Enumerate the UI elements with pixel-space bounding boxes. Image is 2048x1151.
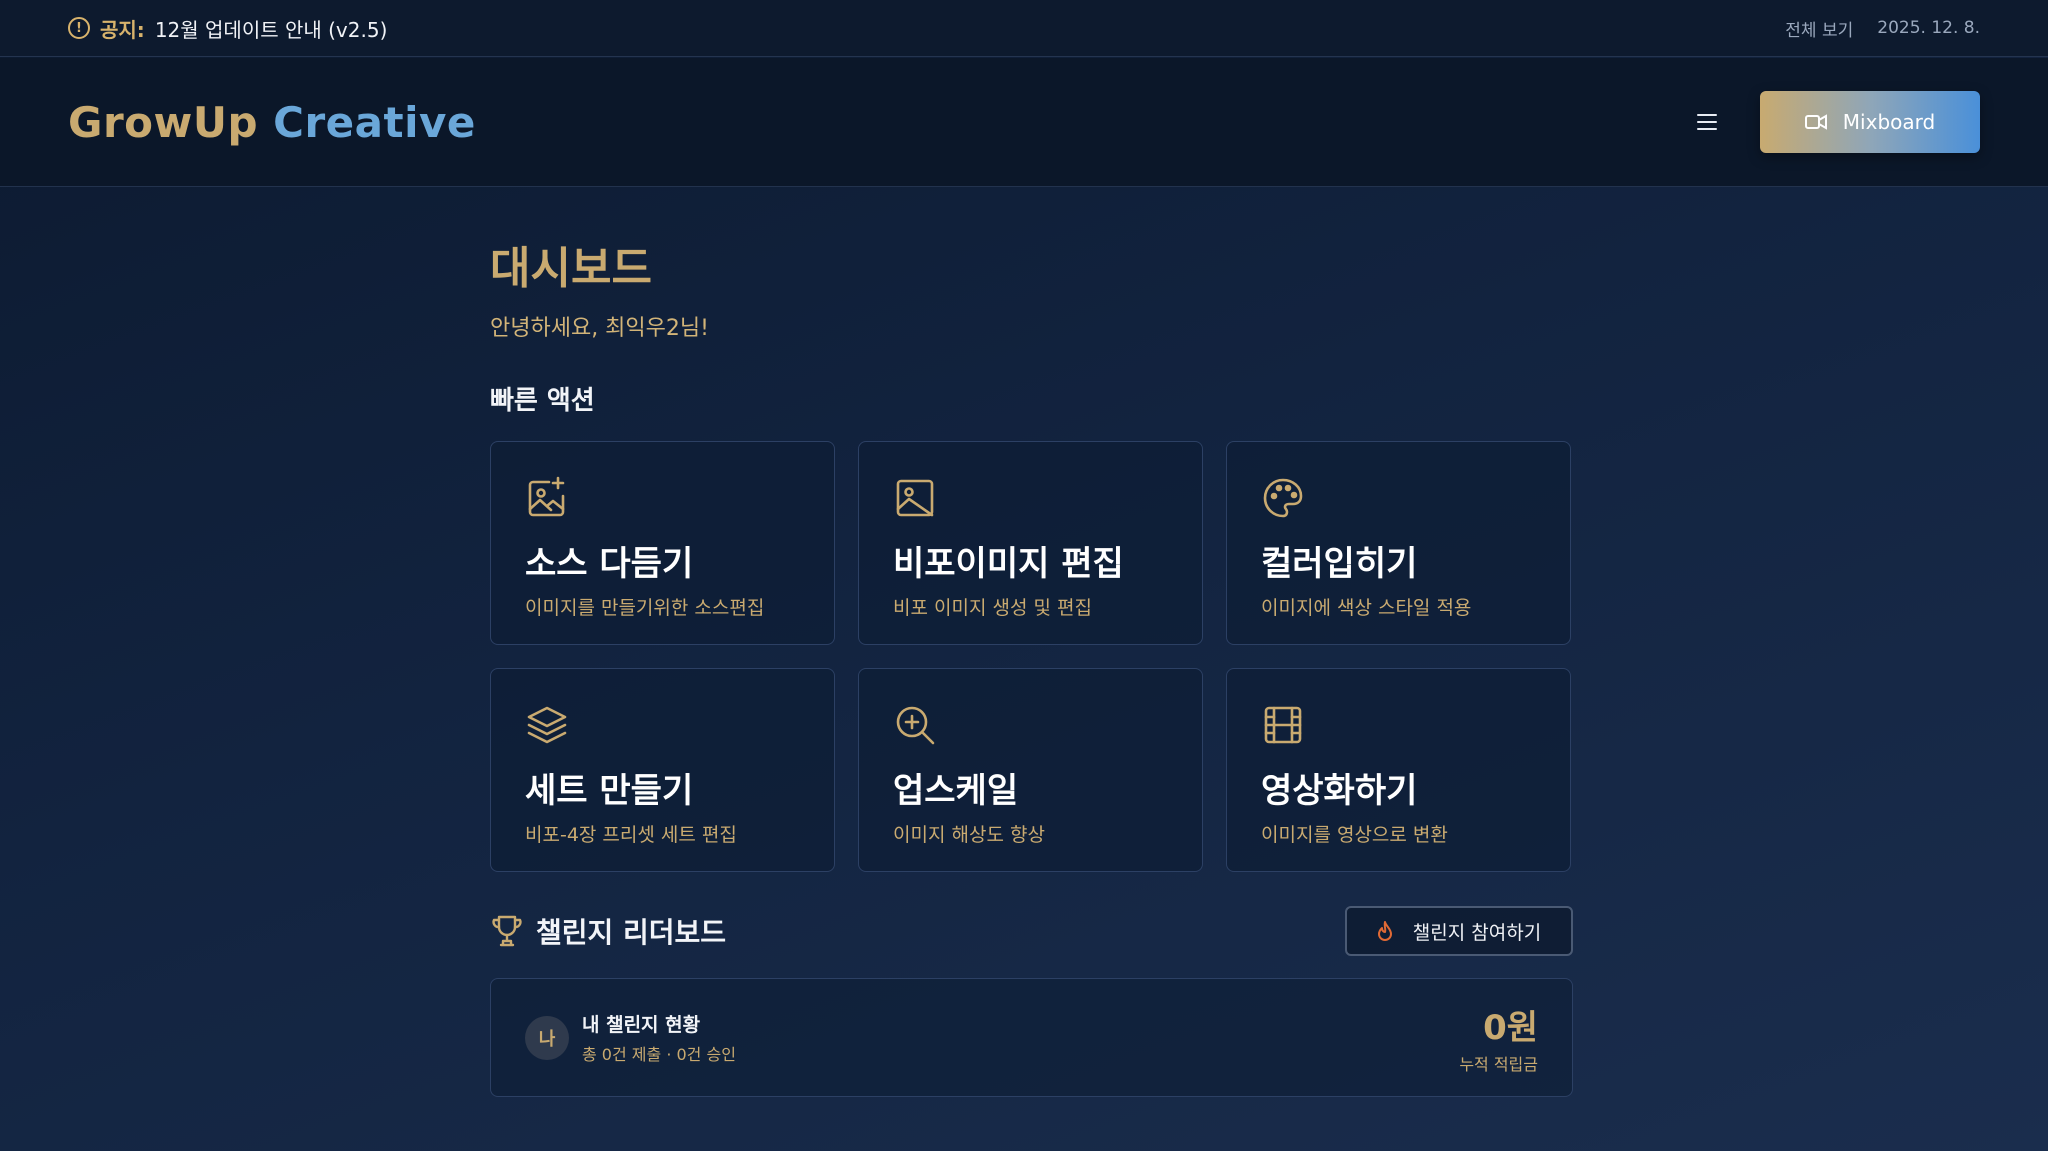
action-card-source-edit[interactable]: 소스 다듬기 이미지를 만들기위한 소스편집 (490, 441, 835, 645)
points-label: 누적 적립금 (1459, 1055, 1538, 1074)
palette-icon (1263, 478, 1303, 518)
challenge-status-card: 나 내 챌린지 현황 총 0건 제출 · 0건 승인 0원 누적 적립금 (490, 978, 1573, 1097)
action-card-video[interactable]: 영상화하기 이미지를 영상으로 변환 (1226, 668, 1571, 872)
main-content: 대시보드 안녕하세요, 최익우2님! 빠른 액션 소스 다듬기 이미지를 만들기… (490, 188, 1573, 1097)
notice-prefix: 공지: (100, 17, 145, 42)
notice-text[interactable]: 12월 업데이트 안내 (v2.5) (155, 14, 388, 43)
notice-date: 2025. 12. 8. (1877, 18, 1980, 38)
action-desc: 비포 이미지 생성 및 편집 (893, 597, 1092, 619)
notice-bar: ! 공지: 12월 업데이트 안내 (v2.5) 전체 보기 2025. 12.… (0, 0, 2048, 57)
join-challenge-button[interactable]: 챌린지 참여하기 (1345, 906, 1573, 956)
quick-actions-title: 빠른 액션 (490, 386, 595, 416)
brand-logo[interactable]: GrowUp Creative (68, 98, 476, 147)
action-desc: 이미지에 색상 스타일 적용 (1261, 597, 1472, 619)
greeting: 안녕하세요, 최익우2님! (490, 316, 709, 341)
video-camera-icon (1804, 114, 1827, 130)
brand-part-2: Creative (273, 97, 476, 147)
action-title: 세트 만들기 (525, 771, 694, 811)
film-icon (1264, 706, 1302, 744)
header: GrowUp Creative Mixboard (0, 58, 2048, 187)
action-title: 업스케일 (893, 771, 1019, 811)
action-desc: 이미지를 영상으로 변환 (1261, 824, 1448, 846)
menu-icon[interactable] (1694, 111, 1720, 133)
trophy-icon (492, 915, 522, 947)
avatar: 나 (525, 1015, 569, 1060)
leaderboard-header: 챌린지 리더보드 챌린지 참여하기 (490, 906, 1573, 956)
zoom-in-icon (896, 706, 935, 745)
mixboard-button[interactable]: Mixboard (1760, 91, 1980, 153)
action-card-before-edit[interactable]: 비포이미지 편집 비포 이미지 생성 및 편집 (858, 441, 1203, 645)
page-title: 대시보드 (490, 243, 652, 294)
action-desc: 이미지를 만들기위한 소스편집 (525, 597, 765, 619)
action-title: 소스 다듬기 (525, 544, 694, 584)
notice[interactable]: ! 공지: 12월 업데이트 안내 (v2.5) (68, 14, 387, 43)
leaderboard-title: 챌린지 리더보드 (536, 916, 727, 949)
action-card-set-create[interactable]: 세트 만들기 비포-4장 프리셋 세트 편집 (490, 668, 835, 872)
points-value: 0원 (1483, 1008, 1538, 1048)
action-title: 컬러입히기 (1261, 544, 1418, 584)
quick-actions-grid: 소스 다듬기 이미지를 만들기위한 소스편집 비포이미지 편집 비포 이미지 생… (490, 441, 1573, 872)
mixboard-label: Mixboard (1842, 110, 1936, 134)
alert-circle-icon: ! (68, 17, 90, 39)
join-challenge-label: 챌린지 참여하기 (1412, 921, 1542, 944)
action-desc: 이미지 해상도 향상 (893, 824, 1045, 846)
action-title: 영상화하기 (1261, 771, 1418, 811)
view-all-link[interactable]: 전체 보기 (1785, 16, 1853, 41)
status-title: 내 챌린지 현황 (582, 1014, 701, 1036)
image-icon (896, 479, 934, 517)
action-title: 비포이미지 편집 (893, 544, 1124, 584)
brand-part-1: GrowUp (68, 97, 259, 147)
status-subtitle: 총 0건 제출 · 0건 승인 (582, 1045, 736, 1064)
image-plus-icon (528, 476, 565, 517)
action-card-colorize[interactable]: 컬러입히기 이미지에 색상 스타일 적용 (1226, 441, 1571, 645)
flame-icon (1377, 921, 1392, 941)
action-card-upscale[interactable]: 업스케일 이미지 해상도 향상 (858, 668, 1203, 872)
action-desc: 비포-4장 프리셋 세트 편집 (525, 824, 737, 846)
layers-icon (527, 706, 567, 744)
